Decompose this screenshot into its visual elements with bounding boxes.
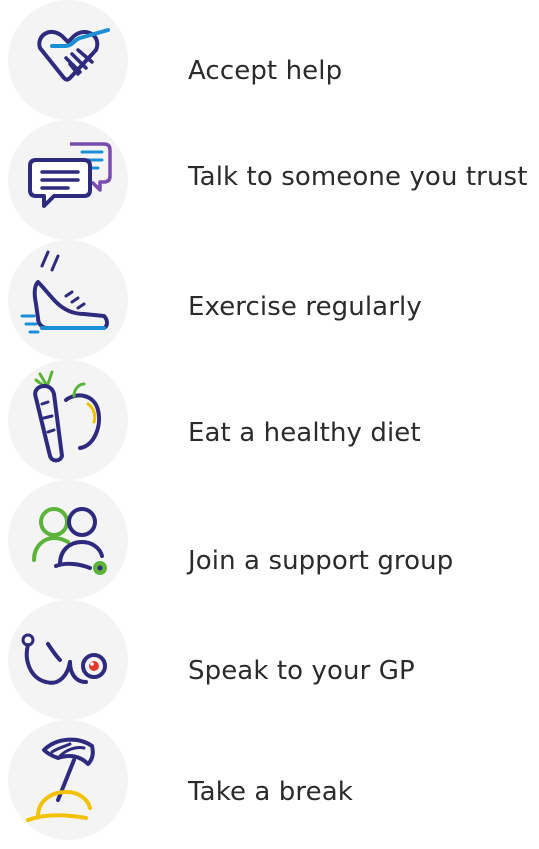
item-label: Speak to your GP [188, 656, 415, 686]
chat-bubbles-icon [28, 142, 112, 208]
list-item: Eat a healthy diet [0, 360, 539, 484]
item-label: Eat a healthy diet [188, 418, 421, 448]
item-label: Join a support group [188, 546, 454, 576]
list-item: Talk to someone you trust [0, 120, 539, 244]
icon-circle [8, 360, 128, 480]
icon-circle [8, 240, 128, 360]
icon-circle [8, 120, 128, 240]
list-item: Exercise regularly [0, 240, 539, 364]
list-item: Take a break [0, 720, 539, 844]
icon-circle [8, 720, 128, 840]
carrot-apple-icon [33, 370, 101, 463]
stethoscope-icon [21, 633, 107, 685]
icon-circle [8, 0, 128, 120]
beach-umbrella-icon [26, 737, 95, 822]
item-label: Talk to someone you trust [188, 162, 528, 192]
item-label: Exercise regularly [188, 292, 422, 322]
item-label: Accept help [188, 56, 343, 86]
list-item: Accept help [0, 0, 539, 124]
icon-circle [8, 480, 128, 600]
running-shoe-icon [20, 250, 109, 334]
icon-circle [8, 600, 128, 720]
list-item: Join a support group [0, 480, 539, 604]
list-item: Speak to your GP [0, 600, 539, 724]
item-label: Take a break [188, 777, 353, 807]
handshake-heart-icon [37, 28, 110, 82]
people-group-icon [32, 507, 107, 575]
